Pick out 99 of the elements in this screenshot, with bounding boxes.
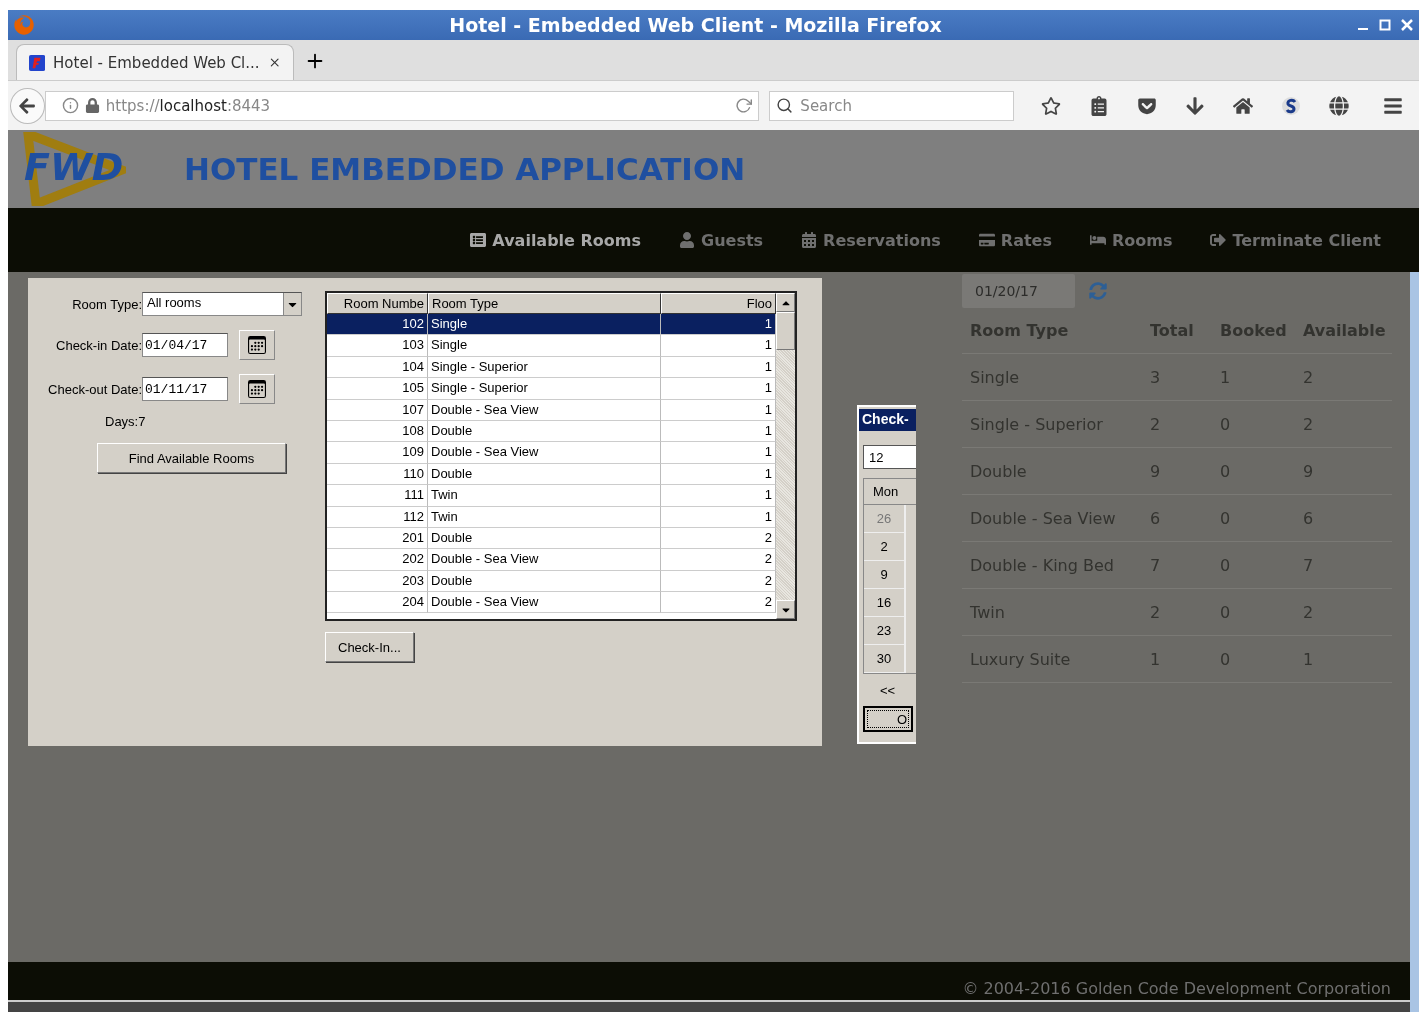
field-label: Check-in Date: [55, 337, 142, 353]
table-cell-text: Double - Sea View [970, 508, 1117, 528]
app-title: HOTEL EMBEDDED APPLICATION [184, 151, 746, 187]
card-icon [978, 232, 995, 248]
table-row[interactable]: 110 Double 1 [327, 463, 776, 486]
table-cell-text: 7 [1303, 555, 1315, 575]
search-field[interactable]: Search [769, 90, 1015, 121]
table-cell-text: 9 [1303, 461, 1315, 481]
table-cell-text: 3 [1150, 367, 1162, 387]
table-cell-text: 1 [1220, 367, 1232, 387]
table-cell-text: Single [970, 367, 1021, 387]
table-cell-text: 9 [1150, 461, 1162, 481]
table-cell-text: Luxury Suite [970, 649, 1072, 669]
table-row[interactable]: 203 Double 2 [327, 570, 776, 593]
column-header[interactable]: Floo [661, 293, 776, 314]
table-row[interactable]: 104 Single - Superior 1 [327, 356, 776, 379]
table-row[interactable]: 107 Double - Sea View 1 [327, 399, 776, 421]
calendar-day[interactable]: 30 [864, 645, 906, 673]
tab-favicon [29, 53, 46, 72]
table-cell-text: 0 [1220, 649, 1232, 669]
year-field[interactable]: 12 [863, 445, 916, 469]
url-field[interactable]: https://localhost:8443 [44, 90, 760, 121]
table-row[interactable]: 102 Single 1 [327, 314, 776, 336]
table-row[interactable]: 204 Double - Sea View 2 [327, 592, 776, 614]
field-label: Room Type: [71, 296, 142, 312]
calendar-button[interactable] [239, 330, 275, 360]
back-button[interactable] [10, 87, 45, 124]
dialog-title: Check- [859, 409, 916, 431]
table-cell-text: 2 [1303, 367, 1315, 387]
table-cell-text: 1 [1303, 649, 1315, 669]
user-icon [679, 232, 696, 248]
calendar-day[interactable]: 9 [864, 561, 906, 589]
table-cell-text: 0 [1220, 461, 1232, 481]
table-cell-text: 1 [1150, 649, 1162, 669]
date-field[interactable]: 01/11/17 [142, 377, 228, 401]
table-cell-text: Single - Superior [970, 414, 1104, 434]
nav-link[interactable]: Reservations [801, 230, 941, 250]
table-row[interactable]: 105 Single - Superior 1 [327, 378, 776, 400]
table-cell-text: 2 [1150, 414, 1162, 434]
info-icon[interactable] [61, 97, 79, 114]
sign-out-icon [1210, 232, 1227, 248]
scroll-thumb[interactable] [776, 312, 795, 350]
calendar-button[interactable] [239, 374, 275, 404]
list-icon [470, 232, 487, 248]
previous-month-link[interactable]: << [863, 674, 916, 706]
column-header: Room Type [970, 321, 1070, 340]
calendar-icon [248, 336, 266, 354]
table-row[interactable]: 201 Double 2 [327, 527, 776, 550]
reload-icon[interactable] [735, 97, 753, 114]
column-header: Booked [1220, 321, 1288, 340]
copyright-text: © 2004-2016 Golden Code Development Corporation [962, 979, 1391, 998]
column-header: Available [1303, 321, 1387, 340]
find-rooms-button[interactable]: Find Available Rooms [97, 443, 286, 473]
days-count: Days:7 [104, 414, 147, 429]
table-cell-text: Double - King Bed [970, 555, 1115, 575]
calendar-day[interactable]: 2 [864, 533, 906, 561]
nav-link[interactable]: Guests [679, 230, 764, 250]
maximize-icon[interactable] [1379, 19, 1391, 31]
table-cell-text: 0 [1220, 602, 1232, 622]
table-cell-text: 0 [1220, 508, 1232, 528]
calendar-icon [248, 380, 266, 398]
nav-link[interactable]: Available Rooms [470, 230, 642, 250]
table-cell-text: 0 [1220, 555, 1232, 575]
table-cell-text: 2 [1303, 414, 1315, 434]
check-in-button[interactable]: Check-In... [325, 632, 414, 662]
bed-icon [1089, 232, 1106, 248]
table-cell-text: 6 [1303, 508, 1315, 528]
column-header[interactable]: Room Type [428, 293, 661, 314]
firefox-icon [14, 15, 34, 35]
table-cell-text: 2 [1303, 602, 1315, 622]
nav-link[interactable]: Rates [978, 230, 1052, 250]
table-row[interactable]: 108 Double 1 [327, 420, 776, 443]
table-cell-text: 0 [1220, 414, 1232, 434]
room-type-select[interactable]: All rooms [142, 292, 302, 316]
field-label: Check-out Date: [47, 381, 142, 397]
table-row[interactable]: 112 Twin 1 [327, 506, 776, 528]
calendar-icon [801, 232, 818, 248]
browser-tab[interactable]: Hotel - Embedded Web Cl... [16, 44, 294, 80]
nav-link[interactable]: Terminate Client [1210, 230, 1381, 250]
table-cell-text: 2 [1150, 602, 1162, 622]
back-arrow-icon [18, 96, 37, 115]
close-icon[interactable] [1401, 19, 1413, 31]
calendar-day[interactable]: 23 [864, 617, 906, 645]
table-row[interactable]: 109 Double - Sea View 1 [327, 442, 776, 464]
ok-button[interactable]: O [863, 706, 913, 732]
column-header[interactable]: Room Numbe [327, 293, 428, 314]
table-cell-text: Twin [970, 602, 1006, 622]
table-cell-text: 6 [1150, 508, 1162, 528]
table-row[interactable]: 111 Twin 1 [327, 485, 776, 507]
window-title: Hotel - Embedded Web Client - Mozilla Firefox [448, 14, 943, 36]
date-field[interactable]: 01/04/17 [142, 333, 228, 357]
table-row[interactable]: 103 Single 1 [327, 335, 776, 357]
table-cell-text: Double [970, 461, 1028, 481]
table-cell-text: 7 [1150, 555, 1162, 575]
nav-link[interactable]: Rooms [1089, 230, 1173, 250]
column-header: Total [1150, 321, 1195, 340]
weekday-header: Mon [864, 479, 916, 505]
table-row[interactable]: 202 Double - Sea View 2 [327, 549, 776, 571]
calendar-day[interactable]: 16 [864, 589, 906, 617]
